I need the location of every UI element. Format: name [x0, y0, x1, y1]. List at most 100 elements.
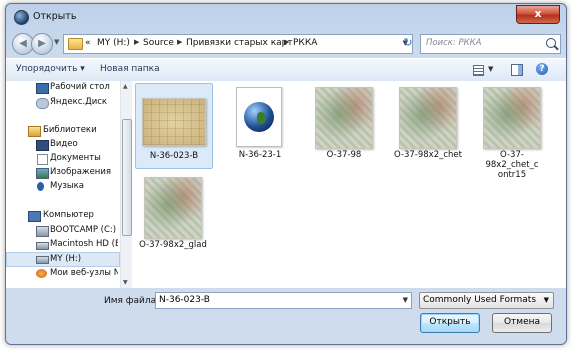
file-type-value: Commonly Used Formats	[423, 295, 537, 305]
breadcrumb-current[interactable]: РККА	[293, 38, 317, 48]
sidebar-item-libraries[interactable]: Библиотеки	[6, 124, 118, 138]
breadcrumb-overflow[interactable]: «	[85, 38, 91, 48]
breadcrumb-separator-icon[interactable]: ▶	[284, 38, 289, 46]
sidebar-item-label: Компьютер	[43, 210, 94, 220]
sidebar-item-yandex-disk[interactable]: Яндекс.Диск	[6, 96, 118, 110]
sidebar-item-label: Видео	[50, 139, 78, 149]
title-bar: Открыть x	[6, 4, 566, 30]
view-dropdown-icon[interactable]: ▼	[488, 65, 493, 73]
breadcrumb-source[interactable]: Source	[143, 38, 174, 48]
globe-file-icon	[236, 87, 282, 147]
help-icon[interactable]: ?	[536, 63, 548, 75]
file-item[interactable]: N-36-023-B	[135, 83, 213, 169]
dialog-footer: Имя файла: N-36-023-B ▼ Commonly Used Fo…	[6, 288, 566, 344]
app-icon	[14, 10, 29, 25]
preview-pane-icon[interactable]	[511, 64, 523, 76]
web-icon	[36, 269, 47, 278]
file-item[interactable]: O-37-98	[306, 83, 382, 167]
sidebar-item-label: Изображения	[50, 167, 112, 177]
file-name: O-37-98x2_glad	[139, 240, 207, 250]
filename-field[interactable]: N-36-023-B ▼	[155, 292, 412, 309]
sidebar-item-web-nodes[interactable]: Мои веб-узлы N	[6, 267, 118, 281]
command-bar: Упорядочить ▾ Новая папка ▼ ?	[6, 58, 566, 82]
scroll-up-icon[interactable]: ▲	[123, 83, 128, 90]
recent-pages-arrow-icon[interactable]: ▼	[54, 38, 59, 46]
sidebar-item-label: Рабочий стол	[50, 82, 110, 92]
file-list: N-36-023-B N-36-23-1 O-37-98 O-37-98x2_c…	[132, 81, 566, 288]
document-icon	[37, 154, 48, 165]
breadcrumb-separator-icon[interactable]: ▶	[177, 38, 182, 46]
open-button[interactable]: Открыть	[420, 313, 480, 333]
computer-icon	[28, 211, 41, 222]
sidebar-item-bootcamp[interactable]: BOOTCAMP (C:)	[6, 224, 118, 238]
sidebar-item-label: Macintosh HD (E	[50, 239, 118, 249]
forward-button[interactable]: ▶	[31, 33, 53, 55]
address-row: ◀ ▶ ▼ « MY (H:) ▶ Source ▶ Привязки стар…	[6, 30, 566, 58]
file-thumbnail	[483, 87, 541, 149]
filename-dropdown-icon[interactable]: ▼	[403, 296, 408, 304]
sidebar-item-my-drive[interactable]: MY (H:)	[6, 252, 120, 267]
breadcrumb-separator-icon[interactable]: ▶	[134, 38, 139, 46]
breadcrumb-drive[interactable]: MY (H:)	[97, 38, 130, 48]
cancel-button[interactable]: Отмена	[492, 313, 552, 333]
refresh-icon[interactable]: ↻	[398, 34, 418, 52]
library-icon	[28, 126, 41, 137]
search-placeholder: Поиск: РККА	[426, 38, 482, 48]
drive-icon	[36, 242, 49, 250]
search-icon[interactable]	[546, 38, 556, 48]
view-mode-icon[interactable]	[473, 65, 484, 76]
file-item[interactable]: O-37-98x2_chet_c ontr15	[474, 83, 550, 180]
drive-icon	[36, 256, 49, 264]
file-name: O-37-98	[326, 150, 362, 160]
sidebar-item-video[interactable]: Видео	[6, 138, 118, 152]
sidebar-item-label: Документы	[50, 153, 101, 163]
file-thumbnail	[144, 177, 202, 239]
scroll-down-icon[interactable]: ▼	[123, 279, 128, 286]
file-item[interactable]: N-36-23-1	[222, 83, 298, 167]
organize-button[interactable]: Упорядочить ▾	[16, 64, 85, 74]
music-icon	[37, 182, 44, 191]
video-icon	[36, 140, 49, 151]
file-name: N-36-23-1	[238, 150, 282, 160]
file-name: N-36-023-B	[149, 151, 199, 161]
desktop-icon	[36, 83, 49, 94]
drive-icon	[36, 226, 49, 237]
content-area: Рабочий стол Яндекс.Диск Библиотеки Виде…	[6, 81, 566, 288]
sidebar-item-label: MY (H:)	[50, 254, 82, 264]
sidebar-item-music[interactable]: Музыка	[6, 180, 118, 194]
navigation-pane[interactable]: Рабочий стол Яндекс.Диск Библиотеки Виде…	[6, 81, 120, 288]
address-bar[interactable]: « MY (H:) ▶ Source ▶ Привязки старых кар…	[63, 34, 413, 54]
file-name: O-37-98x2_chet_c ontr15	[485, 150, 539, 180]
file-thumbnail	[315, 87, 373, 149]
new-folder-button[interactable]: Новая папка	[100, 64, 160, 74]
window-title: Открыть	[33, 11, 77, 22]
sidebar-item-computer[interactable]: Компьютер	[6, 209, 118, 223]
folder-icon	[68, 38, 83, 50]
file-type-select[interactable]: Commonly Used Formats ▼	[419, 292, 554, 309]
sidebar-item-label: Музыка	[50, 181, 84, 191]
cloud-icon	[36, 98, 49, 109]
filename-value: N-36-023-B	[159, 295, 210, 305]
sidebar-item-label: Мои веб-узлы N	[50, 268, 118, 278]
breadcrumb-folder[interactable]: Привязки старых карт	[186, 38, 293, 48]
image-icon	[36, 168, 49, 179]
open-file-dialog: Открыть x ◀ ▶ ▼ « MY (H:) ▶ Source ▶ При…	[5, 3, 567, 345]
file-thumbnail	[399, 87, 457, 149]
sidebar-item-desktop[interactable]: Рабочий стол	[6, 81, 118, 95]
scrollbar-thumb[interactable]	[122, 119, 132, 236]
file-thumbnail	[142, 98, 206, 146]
filename-label: Имя файла:	[104, 296, 160, 306]
sidebar-item-label: Библиотеки	[43, 125, 97, 135]
file-name: O-37-98x2_chet	[393, 150, 462, 160]
sidebar-item-images[interactable]: Изображения	[6, 166, 118, 180]
file-item[interactable]: O-37-98x2_glad	[135, 173, 211, 257]
sidebar-item-macintosh-hd[interactable]: Macintosh HD (E	[6, 238, 118, 252]
navigation-scrollbar[interactable]: ▲ ▼	[120, 81, 132, 288]
file-item[interactable]: O-37-98x2_chet	[390, 83, 466, 167]
file-type-dropdown-icon[interactable]: ▼	[544, 296, 549, 304]
search-input[interactable]: Поиск: РККА	[420, 34, 561, 54]
sidebar-item-label: Яндекс.Диск	[50, 97, 108, 107]
sidebar-item-label: BOOTCAMP (C:)	[50, 225, 117, 235]
close-button[interactable]: x	[516, 5, 560, 24]
sidebar-item-documents[interactable]: Документы	[6, 152, 118, 166]
